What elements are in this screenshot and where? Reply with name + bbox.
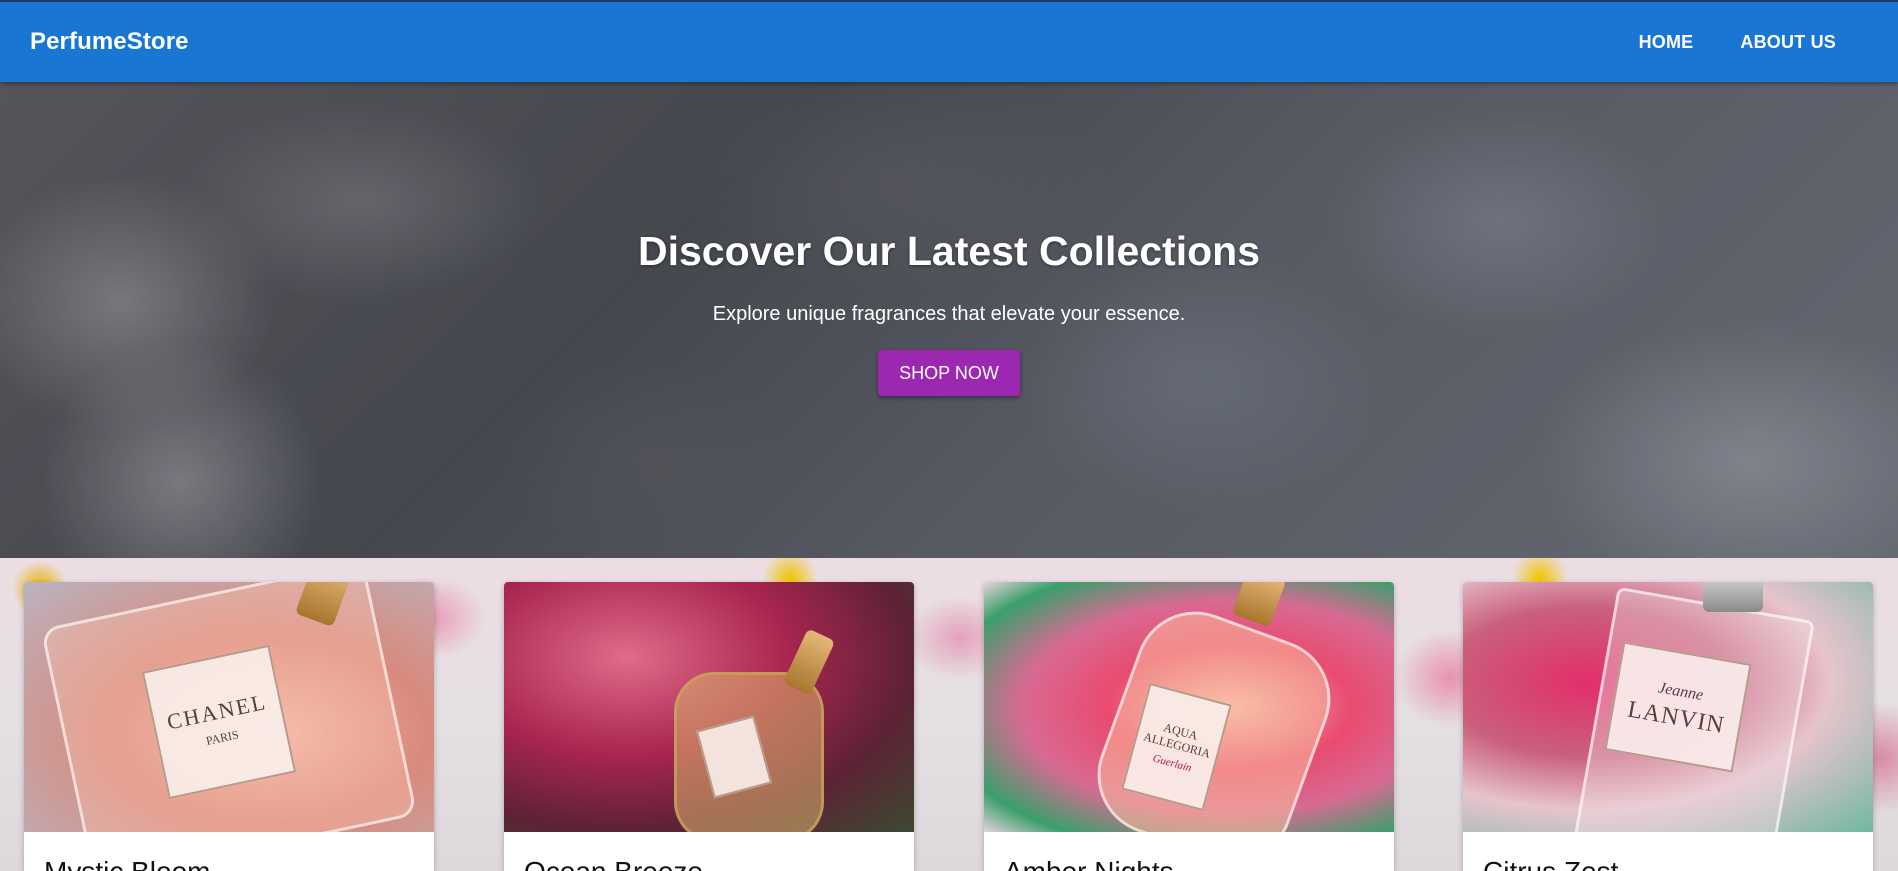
product-name[interactable]: Ocean Breeze <box>524 856 894 871</box>
hero-title: Discover Our Latest Collections <box>637 228 1260 274</box>
product-card[interactable]: AQUA ALLEGORIA Guerlain Amber Nights <box>984 582 1394 871</box>
top-navbar: PerfumeStore HOME ABOUT US <box>0 0 1898 82</box>
shop-now-button[interactable]: SHOP NOW <box>878 350 1020 396</box>
bottle-cap-graphic <box>1231 582 1287 628</box>
bottle-label-text: LANVIN <box>1625 696 1727 739</box>
hero-subtitle: Explore unique fragrances that elevate y… <box>712 303 1186 325</box>
product-grid: CHANEL PARIS Mystic Bloom Ocean Breeze A… <box>0 558 1898 871</box>
nav-links: HOME ABOUT US <box>1619 24 1856 61</box>
product-card-body: Amber Nights <box>984 832 1394 871</box>
product-name[interactable]: Citrus Zest <box>1483 856 1853 871</box>
bottle-label-text: CHANEL <box>164 688 269 734</box>
product-card[interactable]: CHANEL PARIS Mystic Bloom <box>24 582 434 871</box>
product-name[interactable]: Amber Nights <box>1004 856 1374 871</box>
brand-logo[interactable]: PerfumeStore <box>30 28 189 56</box>
nav-about-us-link[interactable]: ABOUT US <box>1720 24 1856 61</box>
product-card-body: Mystic Bloom <box>24 832 434 871</box>
bottle-cap-graphic <box>782 628 836 696</box>
bottle-label-subtext: PARIS <box>204 726 240 748</box>
product-image[interactable]: CHANEL PARIS <box>24 582 434 832</box>
bottle-label-subtext: Jeanne <box>1656 678 1705 704</box>
product-card-body: Citrus Zest <box>1463 832 1873 871</box>
bottle-label-subtext: Guerlain <box>1151 752 1193 775</box>
hero-content: Discover Our Latest Collections Explore … <box>0 82 1898 558</box>
bottle-label-text: AQUA ALLEGORIA <box>1142 719 1212 761</box>
hero-banner: Discover Our Latest Collections Explore … <box>0 82 1898 558</box>
product-card[interactable]: Ocean Breeze <box>504 582 914 871</box>
product-card-body: Ocean Breeze <box>504 832 914 871</box>
bottle-cap-graphic <box>1703 582 1763 612</box>
product-card[interactable]: Jeanne LANVIN Citrus Zest <box>1463 582 1873 871</box>
product-image[interactable] <box>504 582 914 832</box>
product-image[interactable]: AQUA ALLEGORIA Guerlain <box>984 582 1394 832</box>
nav-home-link[interactable]: HOME <box>1619 24 1714 61</box>
bottle-label: Jeanne LANVIN <box>1604 641 1752 773</box>
bottle-label: CHANEL PARIS <box>141 644 297 800</box>
product-image[interactable]: Jeanne LANVIN <box>1463 582 1873 832</box>
product-name[interactable]: Mystic Bloom <box>44 856 414 871</box>
